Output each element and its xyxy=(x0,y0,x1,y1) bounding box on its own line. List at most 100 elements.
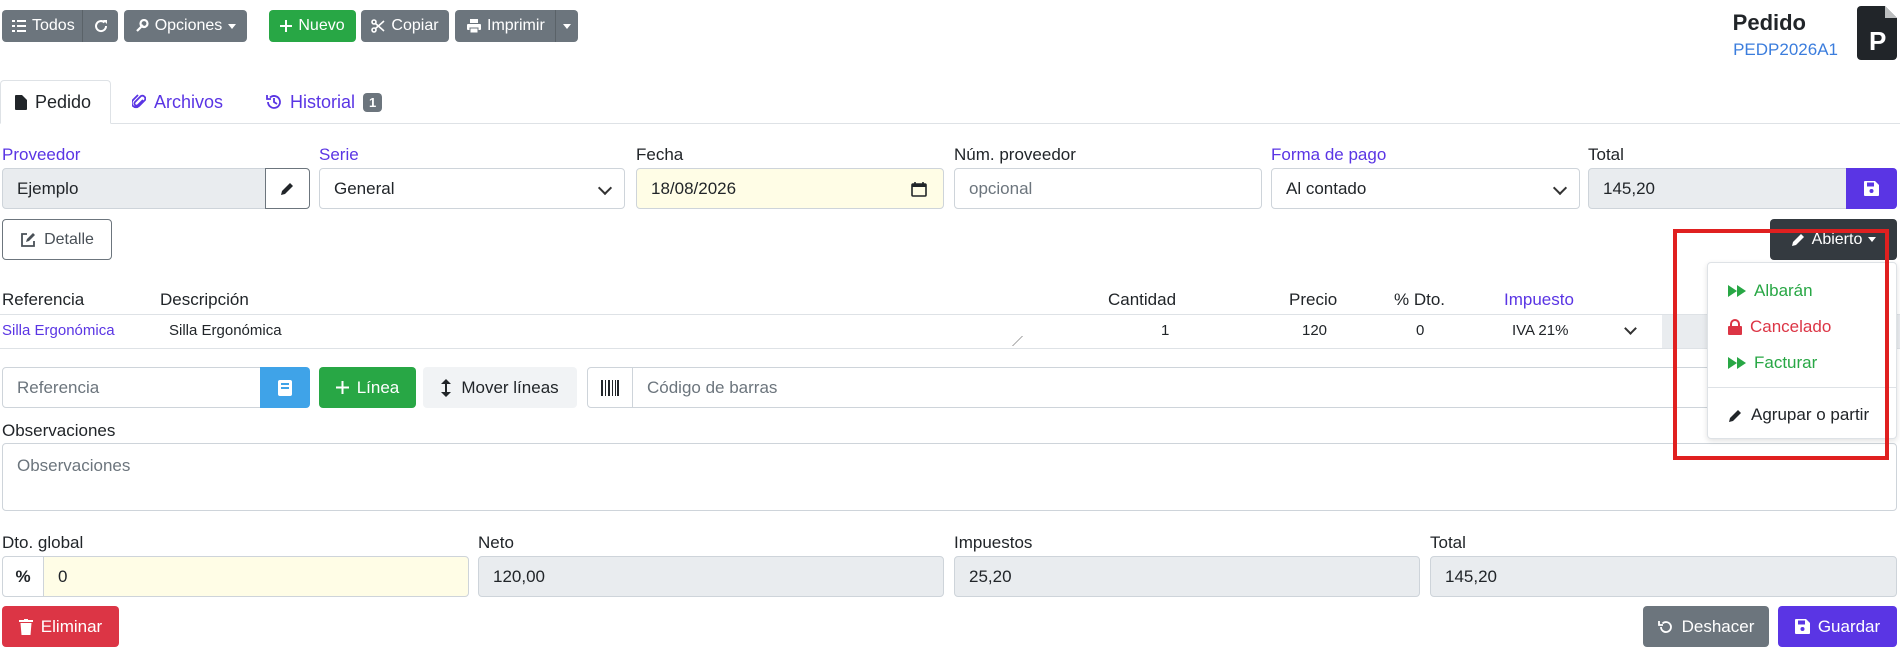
save-icon xyxy=(1794,619,1810,634)
caret-down-icon xyxy=(228,23,237,29)
tab-order-label: Pedido xyxy=(35,91,92,112)
all-button-label: Todos xyxy=(32,17,75,34)
taxes-field: 25,20 xyxy=(954,556,1420,597)
percent-icon: % xyxy=(15,566,31,586)
notes-label: Observaciones xyxy=(2,421,116,440)
row-tax[interactable]: IVA 21% xyxy=(1512,322,1568,339)
document-type-icon: P xyxy=(1857,6,1897,60)
document-code: PEDP2026A1 xyxy=(1733,40,1838,59)
total-label: Total xyxy=(1588,145,1624,164)
save-button-label: Guardar xyxy=(1817,616,1881,636)
new-button[interactable]: Nuevo xyxy=(269,10,356,42)
arrows-vertical-icon xyxy=(441,378,452,397)
options-button-label: Opciones xyxy=(154,17,223,34)
taxes-value: 25,20 xyxy=(969,566,1012,586)
row-discount[interactable]: 0 xyxy=(1416,322,1424,339)
print-button[interactable]: Imprimir xyxy=(455,10,578,42)
date-value: 18/08/2026 xyxy=(651,178,737,198)
delete-button-label: Eliminar xyxy=(40,616,103,636)
undo-icon xyxy=(1657,620,1672,633)
payment-method-label[interactable]: Forma de pago xyxy=(1271,145,1386,165)
detail-button[interactable]: Detalle xyxy=(2,219,112,260)
plus-icon xyxy=(335,381,349,394)
supplier-value: Ejemplo xyxy=(17,178,79,198)
highlight-box xyxy=(1673,229,1889,460)
tab-files[interactable]: Archivos xyxy=(118,80,237,124)
grand-total-label: Total xyxy=(1430,533,1466,552)
total-field: 145,20 xyxy=(1588,168,1848,209)
list-icon xyxy=(12,20,26,32)
move-lines-button[interactable]: Mover líneas xyxy=(423,367,577,408)
tab-history[interactable]: Historial 1 xyxy=(252,80,396,124)
tab-order[interactable]: Pedido xyxy=(0,80,111,124)
payment-method-value: Al contado xyxy=(1286,178,1367,198)
barcode-placeholder: Código de barras xyxy=(647,377,778,397)
series-label[interactable]: Serie xyxy=(319,145,359,165)
edit-supplier-button[interactable] xyxy=(265,168,310,209)
percent-addon: % xyxy=(2,556,44,597)
date-label: Fecha xyxy=(636,145,684,164)
print-button-label: Imprimir xyxy=(487,17,545,34)
column-header-description: Descripción xyxy=(160,290,249,309)
date-input[interactable]: 18/08/2026 xyxy=(636,168,944,209)
table-row xyxy=(0,314,1900,349)
edit-square-icon xyxy=(21,232,36,247)
reference-placeholder: Referencia xyxy=(17,377,100,397)
reference-input[interactable]: Referencia xyxy=(2,367,262,408)
delete-button[interactable]: Eliminar xyxy=(2,606,119,647)
row-quantity[interactable]: 1 xyxy=(1161,322,1169,339)
series-value: General xyxy=(334,178,395,198)
save-button[interactable]: Guardar xyxy=(1778,606,1897,647)
grand-total-value: 145,20 xyxy=(1445,566,1497,586)
series-select[interactable]: General xyxy=(319,168,625,209)
copy-button-label: Copiar xyxy=(391,17,439,34)
notes-textarea[interactable]: Observaciones xyxy=(2,443,1897,511)
supplier-number-label: Núm. proveedor xyxy=(954,145,1076,164)
document-title: Pedido xyxy=(1732,10,1806,35)
refresh-icon[interactable] xyxy=(94,19,108,33)
net-field: 120,00 xyxy=(478,556,944,597)
history-count-badge: 1 xyxy=(363,92,383,112)
payment-method-select[interactable]: Al contado xyxy=(1271,168,1580,209)
chevron-down-icon xyxy=(1552,180,1568,196)
supplier-label[interactable]: Proveedor xyxy=(2,145,80,165)
options-button[interactable]: Opciones xyxy=(124,10,247,42)
notes-placeholder: Observaciones xyxy=(17,456,131,475)
row-price[interactable]: 120 xyxy=(1302,322,1327,339)
detail-button-label: Detalle xyxy=(44,230,94,248)
net-label: Neto xyxy=(478,533,514,552)
undo-button-label: Deshacer xyxy=(1681,616,1755,636)
supplier-field[interactable]: Ejemplo xyxy=(2,168,266,209)
print-menu-caret-icon[interactable] xyxy=(563,24,571,29)
row-description[interactable]: Silla Ergonómica xyxy=(169,322,282,339)
all-button[interactable]: Todos xyxy=(2,10,118,42)
copy-button[interactable]: Copiar xyxy=(361,10,449,42)
catalog-button[interactable] xyxy=(260,367,310,408)
save-icon xyxy=(1864,181,1879,196)
column-header-tax[interactable]: Impuesto xyxy=(1504,290,1574,310)
global-discount-input[interactable]: 0 xyxy=(43,556,469,597)
quick-save-button[interactable] xyxy=(1846,168,1897,209)
history-icon xyxy=(266,95,281,109)
new-button-label: Nuevo xyxy=(298,17,345,34)
document-type-letter: P xyxy=(1869,26,1887,56)
add-line-label: Línea xyxy=(356,377,400,397)
book-icon xyxy=(278,379,292,396)
printer-icon xyxy=(467,19,481,33)
column-header-reference: Referencia xyxy=(2,290,85,309)
scissors-icon xyxy=(371,19,385,33)
row-reference-link[interactable]: Silla Ergonómica xyxy=(2,322,115,339)
supplier-number-input[interactable]: opcional xyxy=(954,168,1262,209)
wrench-icon xyxy=(135,19,149,32)
undo-button[interactable]: Deshacer xyxy=(1643,606,1769,647)
supplier-number-placeholder: opcional xyxy=(969,178,1033,198)
global-discount-label: Dto. global xyxy=(2,533,84,552)
grand-total-field: 145,20 xyxy=(1430,556,1897,597)
barcode-icon xyxy=(601,379,619,396)
move-lines-label: Mover líneas xyxy=(461,377,559,397)
paperclip-icon xyxy=(132,94,146,109)
add-line-button[interactable]: Línea xyxy=(319,367,416,408)
trash-icon xyxy=(18,618,33,635)
net-value: 120,00 xyxy=(493,566,545,586)
calendar-icon[interactable] xyxy=(911,181,927,197)
